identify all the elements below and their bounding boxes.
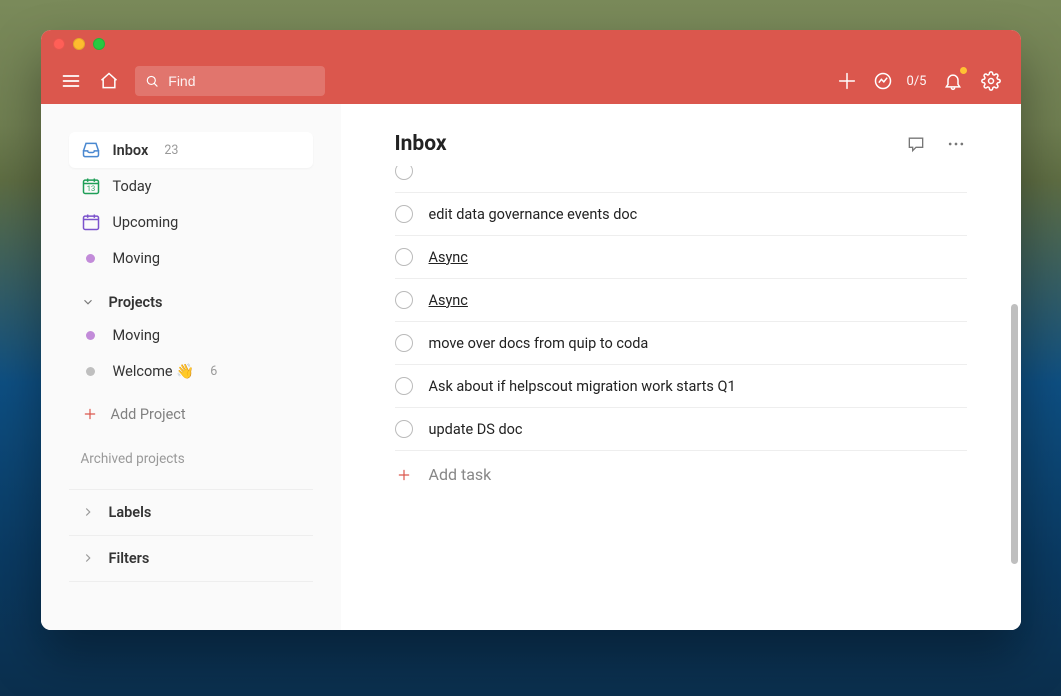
section-header-label: Labels (109, 504, 152, 521)
sidebar-section-projects[interactable]: Projects (69, 284, 313, 317)
add-project-label: Add Project (111, 406, 186, 423)
more-options-icon[interactable] (945, 133, 967, 155)
sidebar-item-label: Inbox (113, 142, 149, 159)
comments-icon[interactable] (905, 133, 927, 155)
window-zoom-button[interactable] (93, 38, 105, 50)
chevron-right-icon (81, 551, 97, 567)
sidebar-favorite-moving[interactable]: Moving (69, 240, 313, 276)
app-window: 0/5 Inbox 23 13 Today (41, 30, 1021, 630)
sidebar-item-label: Upcoming (113, 214, 179, 231)
sidebar: Inbox 23 13 Today Upcoming Moving (41, 104, 341, 630)
sidebar-item-count: 23 (164, 143, 178, 158)
task-row[interactable]: Ask about if helpscout migration work st… (395, 365, 967, 408)
svg-text:13: 13 (86, 184, 94, 193)
sidebar-item-label: Today (113, 178, 152, 195)
app-body: Inbox 23 13 Today Upcoming Moving (41, 104, 1021, 630)
task-checkbox[interactable] (395, 377, 413, 395)
main-panel: Inbox edit data governance events doc Asy… (341, 104, 1021, 630)
settings-icon[interactable] (979, 69, 1003, 93)
sidebar-project-welcome[interactable]: Welcome 👋 6 (69, 353, 313, 389)
task-label: move over docs from quip to coda (429, 335, 649, 352)
chevron-down-icon (81, 295, 97, 311)
task-row[interactable]: move over docs from quip to coda (395, 322, 967, 365)
task-label: Async (429, 249, 468, 266)
task-label: Ask about if helpscout migration work st… (429, 378, 736, 395)
home-icon[interactable] (97, 69, 121, 93)
upcoming-icon (81, 212, 101, 232)
productivity-icon[interactable] (873, 69, 893, 93)
search-input[interactable] (168, 73, 314, 89)
task-row[interactable] (395, 166, 967, 193)
window-titlebar (41, 30, 1021, 58)
project-dot-icon (81, 325, 101, 345)
project-dot-icon (81, 361, 101, 381)
task-checkbox[interactable] (395, 166, 413, 180)
chevron-right-icon (81, 505, 97, 521)
section-header-label: Projects (109, 294, 163, 311)
add-task-button[interactable]: Add task (395, 451, 967, 498)
task-label: update DS doc (429, 421, 523, 438)
window-close-button[interactable] (53, 38, 65, 50)
menu-icon[interactable] (59, 69, 83, 93)
sidebar-item-upcoming[interactable]: Upcoming (69, 204, 313, 240)
add-project-button[interactable]: Add Project (69, 395, 313, 433)
plus-icon (81, 405, 99, 423)
window-minimize-button[interactable] (73, 38, 85, 50)
search-field-wrapper[interactable] (135, 66, 325, 96)
task-label: Async (429, 292, 468, 309)
section-header-label: Filters (109, 550, 150, 567)
sidebar-item-inbox[interactable]: Inbox 23 (69, 132, 313, 168)
sidebar-item-today[interactable]: 13 Today (69, 168, 313, 204)
notification-badge (960, 67, 967, 74)
notifications-icon[interactable] (941, 69, 965, 93)
task-checkbox[interactable] (395, 334, 413, 352)
add-task-label: Add task (429, 465, 492, 484)
task-row[interactable]: update DS doc (395, 408, 967, 451)
task-row[interactable]: edit data governance events doc (395, 193, 967, 236)
inbox-icon (81, 140, 101, 160)
task-label: edit data governance events doc (429, 206, 638, 223)
task-checkbox[interactable] (395, 291, 413, 309)
task-row[interactable]: Async (395, 279, 967, 322)
today-icon: 13 (81, 176, 101, 196)
top-toolbar: 0/5 (41, 58, 1021, 104)
sidebar-section-labels[interactable]: Labels (69, 489, 313, 535)
sidebar-item-label: Moving (113, 327, 161, 344)
task-checkbox[interactable] (395, 420, 413, 438)
archived-projects-label[interactable]: Archived projects (55, 433, 327, 471)
task-list: edit data governance events doc Async Asyn… (341, 166, 1021, 630)
scrollbar-thumb[interactable] (1011, 304, 1018, 564)
page-title: Inbox (395, 132, 447, 156)
sidebar-item-label: Moving (113, 250, 161, 267)
task-row[interactable]: Async (395, 236, 967, 279)
main-header: Inbox (341, 104, 1021, 166)
task-checkbox[interactable] (395, 248, 413, 266)
quick-add-icon[interactable] (835, 69, 859, 93)
project-dot-icon (81, 248, 101, 268)
plus-icon (395, 466, 413, 484)
sidebar-item-label: Welcome 👋 (113, 363, 195, 380)
sidebar-project-moving[interactable]: Moving (69, 317, 313, 353)
search-icon (145, 73, 159, 89)
sidebar-section-filters[interactable]: Filters (69, 535, 313, 582)
task-checkbox[interactable] (395, 205, 413, 223)
sidebar-item-count: 6 (210, 364, 217, 379)
productivity-counter: 0/5 (907, 74, 927, 89)
